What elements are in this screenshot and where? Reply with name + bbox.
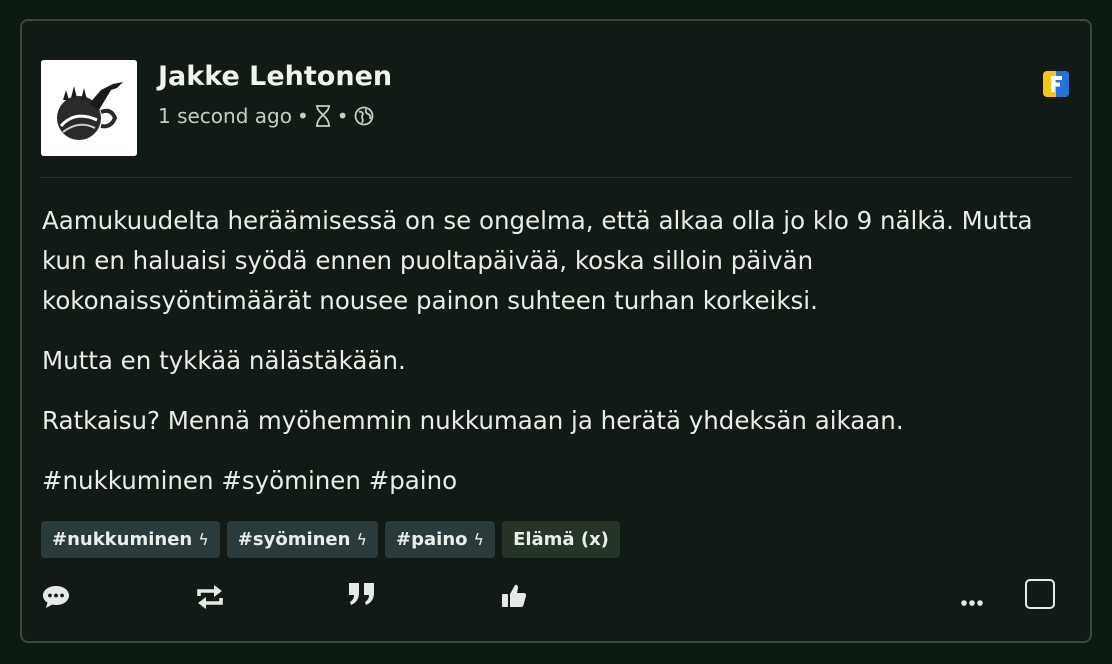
tag-syominen[interactable]: #syöminen ϟ (226, 521, 379, 558)
author-name[interactable]: Jakke Lehtonen (158, 61, 392, 92)
tag-label: #nukkuminen (52, 529, 193, 550)
tag-list: #nukkuminen ϟ #syöminen ϟ #paino ϟ Elämä… (41, 521, 620, 558)
post-card: Jakke Lehtonen 1 second ago • • Aamukuud… (20, 19, 1092, 643)
post-hashtags[interactable]: #nukkuminen #syöminen #paino (42, 461, 1052, 501)
post-meta: 1 second ago • • (158, 104, 374, 128)
more-icon[interactable] (960, 592, 984, 611)
category-label: Elämä (x) (513, 529, 609, 550)
tag-nukkuminen[interactable]: #nukkuminen ϟ (41, 521, 220, 558)
header-divider (41, 177, 1072, 178)
tag-paino[interactable]: #paino ϟ (385, 521, 496, 558)
bolt-icon: ϟ (198, 530, 209, 549)
thumbs-up-icon[interactable] (500, 582, 528, 614)
post-time[interactable]: 1 second ago (158, 104, 292, 128)
globe-icon (354, 106, 374, 126)
avatar[interactable] (41, 60, 137, 156)
separator-dot: • (296, 104, 309, 128)
post-content: Aamukuudelta heräämisessä on se ongelma,… (42, 201, 1052, 521)
repeat-icon[interactable] (194, 584, 226, 614)
post-paragraph: Aamukuudelta heräämisessä on se ongelma,… (42, 206, 1033, 315)
select-checkbox[interactable] (1025, 579, 1055, 609)
bolt-icon: ϟ (356, 530, 368, 549)
post-paragraph: Ratkaisu? Mennä myöhemmin nukkumaan ja h… (42, 406, 904, 435)
avatar-image (41, 60, 137, 156)
quote-icon[interactable] (347, 581, 377, 611)
separator-dot: • (336, 104, 349, 128)
bolt-icon: ϟ (473, 530, 485, 549)
tag-label: #paino (396, 529, 468, 550)
hourglass-icon (314, 105, 332, 127)
category-tag[interactable]: Elämä (x) (502, 521, 620, 558)
app-logo-icon (1043, 71, 1069, 97)
tag-label: #syöminen (237, 529, 351, 550)
comment-icon[interactable] (41, 584, 71, 614)
post-paragraph: Mutta en tykkää nälästäkään. (42, 346, 406, 375)
